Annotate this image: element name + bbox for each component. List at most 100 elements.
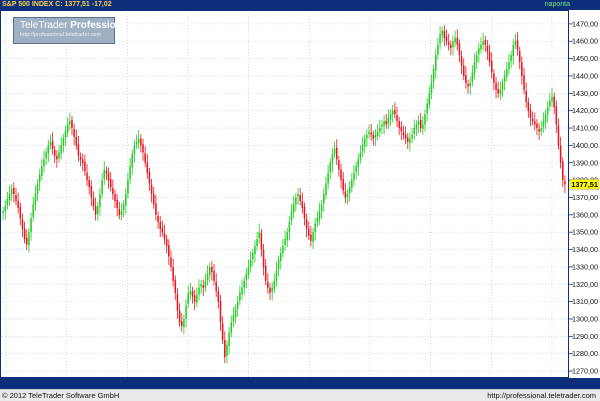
candle-up [391, 110, 394, 115]
candle-up [2, 211, 4, 214]
candle-down [155, 203, 157, 215]
candle-down [84, 161, 86, 172]
candle-up [247, 266, 250, 275]
candle-down [73, 129, 75, 137]
candle-down [161, 227, 164, 233]
candle-up [359, 152, 362, 160]
candle-up [127, 180, 129, 194]
candle-up [34, 194, 37, 206]
candle-up [245, 273, 248, 280]
candle-up [273, 280, 276, 289]
candle-up [482, 41, 484, 45]
candle-down [490, 61, 493, 73]
candle-down [467, 83, 469, 87]
candle-down [443, 30, 446, 38]
candle-down [25, 238, 28, 245]
candle-up [434, 55, 437, 71]
candle-up [243, 280, 245, 288]
y-tick-label: 1430,00 [572, 89, 598, 98]
candle-up [103, 169, 106, 180]
candle-down [394, 109, 396, 115]
candle-up [97, 206, 99, 214]
candle-up [196, 294, 198, 303]
candle-up [185, 305, 187, 319]
candle-up [47, 145, 50, 154]
y-tick-label: 1270,00 [572, 367, 598, 376]
candle-up [101, 180, 103, 194]
candle-up [478, 48, 480, 55]
candle-up [454, 37, 456, 43]
x-axis-bar [0, 378, 569, 389]
candle-down [445, 36, 448, 42]
y-tick-label: 1440,00 [572, 71, 598, 80]
candle-down [340, 169, 342, 181]
candle-down [92, 198, 95, 207]
candle-up [329, 162, 332, 173]
candle-up [432, 69, 435, 82]
y-tick-label: 1400,00 [572, 141, 598, 150]
candle-down [94, 206, 97, 215]
candle-up [514, 41, 517, 45]
candle-up [49, 141, 52, 146]
candle-up [480, 44, 482, 50]
candle-up [198, 287, 200, 295]
candle-up [430, 82, 433, 94]
y-axis-ticks: 1270,00 1280,00 1290,00 1300,00 1310,00 1320,… [569, 19, 598, 376]
candle-up [256, 239, 258, 247]
candle-up [366, 134, 368, 139]
candle-down [531, 118, 534, 122]
y-tick-label: 1280,00 [572, 349, 598, 358]
candle-down [450, 44, 452, 49]
candle-up [381, 124, 383, 127]
candle-down [497, 88, 499, 94]
footer-bar: © 2012 TeleTrader Software GmbH http://p… [0, 389, 600, 401]
candlestick-chart[interactable]: 1270,00 1280,00 1290,00 1300,00 1310,00 1320,… [0, 0, 600, 400]
candle-down [146, 162, 149, 174]
candle-down [75, 136, 78, 146]
last-price-label: 1377,51 [571, 180, 598, 189]
candle-down [460, 56, 463, 66]
candle-down [159, 221, 161, 229]
candle-down [488, 51, 491, 63]
candle-down [23, 228, 26, 240]
candle-down [372, 134, 375, 139]
candle-up [469, 82, 471, 87]
candle-down [144, 153, 146, 163]
candle-down [13, 187, 15, 194]
candle-up [323, 194, 325, 204]
candle-down [79, 156, 82, 160]
candle-up [501, 82, 504, 90]
candle-down [398, 121, 400, 129]
candle-down [518, 50, 521, 63]
candle-up [4, 206, 7, 212]
footer-url-link[interactable]: http://professional.teletrader.com [487, 391, 596, 400]
candle-down [338, 160, 340, 170]
candle-up [271, 287, 273, 292]
brand-url[interactable]: http://professional.teletrader.com [20, 32, 101, 38]
candle-down [299, 195, 301, 201]
last-price-marker: 1377,51 [569, 179, 600, 190]
candle-up [183, 318, 185, 327]
candle-down [217, 291, 220, 302]
candle-up [43, 159, 45, 167]
candle-up [422, 124, 424, 130]
candle-up [415, 124, 418, 130]
candle-up [208, 266, 211, 275]
y-tick-label: 1340,00 [572, 245, 598, 254]
candle-down [484, 40, 487, 45]
candle-down [112, 188, 114, 194]
candle-up [452, 41, 454, 48]
candle-down [385, 121, 388, 125]
candle-down [561, 161, 564, 181]
candle-up [316, 218, 319, 223]
candle-up [286, 232, 289, 241]
candle-down [56, 155, 58, 160]
candle-down [176, 293, 179, 311]
candle-down [219, 300, 222, 323]
candle-down [17, 200, 19, 208]
candle-up [131, 154, 134, 168]
candle-up [333, 148, 336, 155]
candle-down [404, 134, 407, 139]
candle-up [258, 232, 261, 239]
candle-up [540, 128, 543, 132]
